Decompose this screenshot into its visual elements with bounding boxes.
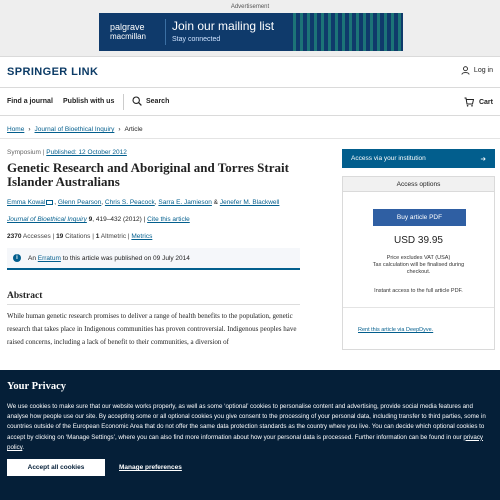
breadcrumb-current: Article — [124, 126, 143, 133]
palgrave-logo: palgrave macmillan — [110, 22, 146, 42]
login-label: Log in — [473, 67, 493, 74]
altmetric-count: 1 — [95, 233, 100, 240]
citations-count: 19 — [56, 233, 64, 240]
erratum-prefix: An — [28, 254, 36, 262]
author-link[interactable]: Emma Kowal — [7, 199, 45, 206]
ad-subline: Stay connected — [172, 36, 221, 43]
journal-pages: , 419–432 (2012) — [92, 216, 142, 223]
cookie-banner: Your Privacy We use cookies to make sure… — [0, 370, 500, 500]
options-divider — [343, 307, 494, 308]
vat-note: Price excludes VAT (USA) — [386, 255, 451, 261]
nav-find-journal[interactable]: Find a journal — [7, 98, 53, 105]
author-list: Emma Kowal, Glenn Pearson, Chris S. Peac… — [7, 199, 280, 206]
article-metrics: 2370 Accesses | 19 Citations | 1 Altmetr… — [7, 233, 153, 240]
price-note: Price excludes VAT (USA) Tax calculation… — [343, 255, 494, 276]
abstract-text: While human genetic research promises to… — [7, 312, 297, 346]
article-title: Genetic Research and Aboriginal and Torr… — [7, 160, 289, 189]
breadcrumb-journal[interactable]: Journal of Bioethical Inquiry — [35, 126, 115, 133]
chevron-right-icon: › — [118, 126, 121, 133]
ad-pattern — [293, 13, 403, 51]
nav-publish[interactable]: Publish with us — [63, 98, 114, 105]
accept-all-cookies-button[interactable]: Accept all cookies — [7, 459, 105, 476]
buy-article-pdf-button[interactable]: Buy article PDF — [373, 209, 466, 226]
access-via-institution-button[interactable]: Access via your institution ➔ — [342, 149, 495, 168]
info-icon: i — [13, 254, 21, 262]
rent-deepdyve-link[interactable]: Rent this article via DeepDyve. — [358, 327, 433, 333]
instant-access-note: Instant access to the full article PDF. — [374, 288, 463, 294]
cookie-body: We use cookies to make sure that our web… — [7, 403, 486, 451]
author-link[interactable]: Jenefer M. Blackwell — [220, 199, 280, 206]
user-icon — [461, 66, 470, 75]
published-date-link[interactable]: Published: 12 October 2012 — [46, 149, 127, 156]
abstract-heading: Abstract — [7, 291, 43, 301]
ad-brand-bottom: macmillan — [110, 32, 147, 41]
article-type: Symposium — [7, 149, 41, 156]
chevron-right-icon: › — [28, 126, 31, 133]
advertisement-label: Advertisement — [230, 4, 270, 10]
cart-label: Cart — [478, 98, 493, 106]
breadcrumb: Home › Journal of Bioethical Inquiry › A… — [7, 126, 143, 133]
site-header: SPRINGER LINK Log in — [0, 57, 500, 88]
login-link[interactable]: Log in — [461, 66, 493, 75]
journal-link[interactable]: Journal of Bioethical Inquiry — [7, 216, 87, 223]
tax-note: Tax calculation will be finalised during… — [372, 262, 465, 275]
cookie-heading: Your Privacy — [7, 381, 67, 392]
nav-divider — [123, 94, 124, 110]
author-link[interactable]: Sarra E. Jamieson — [158, 199, 211, 206]
erratum-notice: i An Erratum to this article was publish… — [7, 248, 300, 270]
abstract-divider — [7, 304, 300, 305]
ad-headline: Join our mailing list — [172, 19, 275, 33]
access-options-panel: Access options Buy article PDF USD 39.95… — [342, 176, 495, 350]
ad-brand-top: palgrave — [110, 22, 145, 32]
article-price: USD 39.95 — [394, 235, 443, 246]
access-via-institution-label: Access via your institution — [351, 155, 426, 162]
breadcrumb-home[interactable]: Home — [7, 126, 24, 133]
nav-search[interactable]: Search — [132, 96, 169, 106]
author-link[interactable]: Chris S. Peacock — [105, 199, 155, 206]
article-meta: Symposium | Published: 12 October 2012 — [7, 149, 127, 156]
main-nav: Find a journal Publish with us Search Ca… — [0, 88, 500, 116]
cart-link[interactable]: Cart — [464, 97, 493, 107]
access-options-heading: Access options — [343, 177, 494, 192]
breadcrumb-divider — [0, 138, 500, 139]
arrow-right-icon: ➔ — [480, 155, 486, 163]
cite-article-link[interactable]: Cite this article — [147, 216, 190, 223]
altmetric-label: Altmetric — [100, 233, 127, 240]
accesses-count: 2370 — [7, 233, 22, 240]
search-label: Search — [146, 97, 170, 105]
citations-label: Citations — [65, 233, 91, 240]
ad-banner[interactable]: palgrave macmillan Join our mailing list… — [99, 13, 403, 51]
ad-divider — [165, 19, 166, 45]
manage-preferences-link[interactable]: Manage preferences — [119, 464, 182, 471]
email-icon[interactable] — [46, 199, 54, 205]
author-link[interactable]: Glenn Pearson — [58, 199, 101, 206]
cart-icon — [464, 97, 474, 107]
erratum-link[interactable]: Erratum — [38, 255, 61, 262]
accesses-label: Accesses — [22, 233, 51, 240]
citation-line: Journal of Bioethical Inquiry 9, 419–432… — [7, 216, 190, 223]
cookie-text: We use cookies to make sure that our web… — [7, 403, 486, 441]
search-icon — [132, 96, 142, 106]
springer-link-logo[interactable]: SPRINGER LINK — [7, 66, 98, 78]
metrics-link[interactable]: Metrics — [131, 233, 152, 240]
erratum-suffix: to this article was published on 09 July… — [62, 254, 190, 262]
